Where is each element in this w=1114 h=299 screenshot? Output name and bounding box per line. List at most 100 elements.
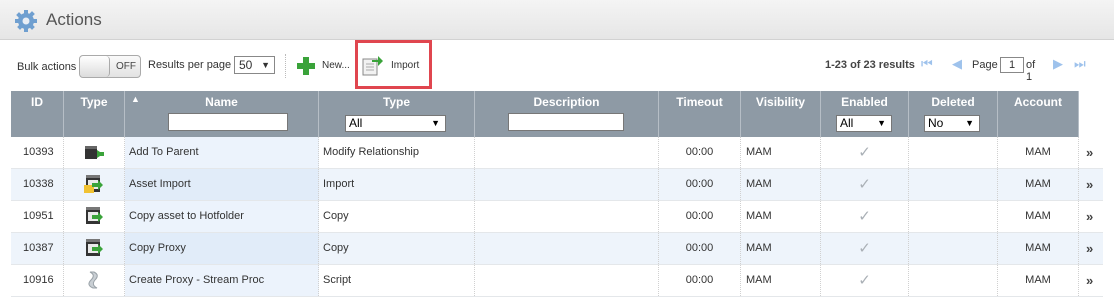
cell-visibility: MAM — [741, 201, 821, 232]
bulk-actions-toggle[interactable]: OFF — [79, 55, 141, 78]
cell-name: Asset Import — [125, 169, 319, 200]
col-header-id[interactable]: ID — [11, 91, 64, 137]
cell-account: MAM — [998, 265, 1079, 296]
enabled-check-icon: ✓ — [858, 272, 871, 289]
cell-deleted — [909, 137, 998, 168]
next-page-icon[interactable]: ▶ — [1053, 56, 1063, 72]
last-page-icon[interactable]: ⏭ — [1074, 56, 1086, 72]
enabled-check-icon: ✓ — [858, 208, 871, 225]
results-per-page-label: Results per page — [148, 59, 232, 71]
cell-type: Script — [319, 265, 475, 296]
cell-name: Add To Parent — [125, 137, 319, 168]
enabled-check-icon: ✓ — [858, 240, 871, 257]
toggle-knob — [80, 56, 110, 77]
cell-visibility: MAM — [741, 265, 821, 296]
col-header-timeout[interactable]: Timeout — [659, 91, 741, 137]
table-row[interactable]: 10387 Copy Proxy Copy 00:00 MAM ✓ MAM» — [11, 233, 1103, 265]
col-header-description[interactable]: Description — [475, 91, 659, 137]
add-to-parent-icon — [85, 146, 104, 160]
import-label: Import — [391, 60, 420, 71]
cell-deleted — [909, 169, 998, 200]
cell-account: MAM — [998, 137, 1079, 168]
cell-id: 10393 — [11, 137, 64, 168]
copy-icon — [86, 207, 103, 225]
col-header-deleted[interactable]: Deleted No ▼ — [909, 91, 998, 137]
first-page-icon[interactable]: ⏮ — [921, 56, 933, 72]
prev-page-icon[interactable]: ◀ — [952, 56, 962, 72]
enabled-check-icon: ✓ — [858, 144, 871, 161]
cell-name: Copy asset to Hotfolder — [125, 201, 319, 232]
toolbar-divider — [285, 54, 286, 78]
cell-timeout: 00:00 — [659, 265, 741, 296]
import-icon — [362, 56, 383, 76]
col-header-type[interactable]: Type All ▼ — [319, 91, 475, 137]
toolbar: Bulk actions OFF Results per page 50 ▼ N… — [0, 40, 1114, 92]
table-row[interactable]: 10916 Create Proxy - Stream Proc Script 00:… — [11, 265, 1103, 297]
page-of-label: of 1 — [1026, 59, 1036, 83]
chevron-down-icon: ▼ — [877, 118, 886, 128]
name-filter-input[interactable] — [168, 113, 288, 131]
col-header-type-icon[interactable]: Type — [64, 91, 125, 137]
cell-enabled: ✓ — [821, 265, 909, 296]
row-expand-chevron-icon[interactable]: » — [1086, 201, 1093, 232]
cell-account: MAM — [998, 169, 1079, 200]
cell-visibility: MAM — [741, 233, 821, 264]
chevron-down-icon: ▼ — [965, 118, 974, 128]
cell-type: Import — [319, 169, 475, 200]
cell-icon — [64, 233, 125, 264]
cell-timeout: 00:00 — [659, 169, 741, 200]
cell-visibility: MAM — [741, 137, 821, 168]
gear-icon — [15, 10, 37, 32]
description-filter-input[interactable] — [508, 113, 624, 131]
title-bar: Actions — [0, 0, 1114, 40]
cell-account: MAM — [998, 233, 1079, 264]
chevron-down-icon: ▼ — [431, 118, 440, 128]
row-expand-chevron-icon[interactable]: » — [1086, 169, 1093, 200]
cell-icon — [64, 201, 125, 232]
enabled-filter-select[interactable]: All ▼ — [836, 115, 892, 132]
page-title: Actions — [46, 10, 102, 29]
cell-name: Copy Proxy — [125, 233, 319, 264]
col-header-enabled[interactable]: Enabled All ▼ — [821, 91, 909, 137]
enabled-check-icon: ✓ — [858, 176, 871, 193]
toggle-state-label: OFF — [116, 61, 136, 72]
row-expand-chevron-icon[interactable]: » — [1086, 137, 1093, 168]
cell-visibility: MAM — [741, 169, 821, 200]
script-icon — [88, 271, 98, 289]
deleted-filter-select[interactable]: No ▼ — [924, 115, 980, 132]
table-row[interactable]: 10338 Asset Import Import 00:00 MAM ✓ MAM» — [11, 169, 1103, 201]
col-header-name[interactable]: ▲ Name — [125, 91, 319, 137]
cell-enabled: ✓ — [821, 137, 909, 168]
cell-description — [475, 233, 659, 264]
cell-enabled: ✓ — [821, 201, 909, 232]
type-filter-select[interactable]: All ▼ — [345, 115, 446, 132]
cell-id: 10951 — [11, 201, 64, 232]
cell-icon — [64, 137, 125, 168]
asset-import-icon — [84, 175, 103, 194]
plus-icon — [297, 57, 315, 75]
cell-timeout: 00:00 — [659, 137, 741, 168]
cell-description — [475, 169, 659, 200]
row-expand-chevron-icon[interactable]: » — [1086, 265, 1093, 296]
cell-deleted — [909, 265, 998, 296]
results-per-page-select[interactable]: 50 ▼ — [234, 56, 275, 74]
cell-name: Create Proxy - Stream Proc — [125, 265, 319, 296]
results-per-page-value: 50 — [239, 58, 253, 72]
cell-type: Copy — [319, 233, 475, 264]
cell-timeout: 00:00 — [659, 233, 741, 264]
bulk-actions-label: Bulk actions — [17, 61, 77, 73]
cell-deleted — [909, 201, 998, 232]
cell-id: 10387 — [11, 233, 64, 264]
row-expand-chevron-icon[interactable]: » — [1086, 233, 1093, 264]
cell-deleted — [909, 233, 998, 264]
chevron-down-icon: ▼ — [261, 60, 270, 70]
cell-type: Copy — [319, 201, 475, 232]
cell-description — [475, 201, 659, 232]
col-header-account[interactable]: Account — [998, 91, 1079, 137]
page-input[interactable]: 1 — [1000, 57, 1024, 73]
table-row[interactable]: 10393 Add To Parent Modify Relationship 00:… — [11, 137, 1103, 169]
cell-description — [475, 137, 659, 168]
table-row[interactable]: 10951 Copy asset to Hotfolder Copy 00:00 MAM… — [11, 201, 1103, 233]
cell-enabled: ✓ — [821, 233, 909, 264]
col-header-visibility[interactable]: Visibility — [741, 91, 821, 137]
